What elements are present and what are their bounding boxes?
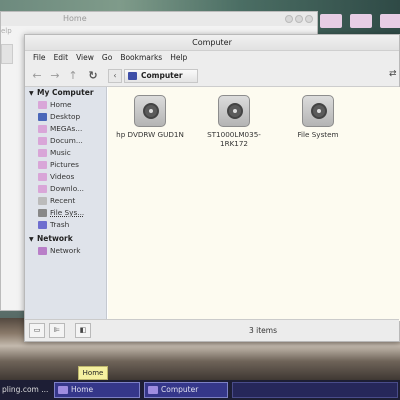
network-icon [38,247,47,255]
status-item-count: 3 items [249,326,278,335]
sidebar-item-pictures[interactable]: Pictures [25,159,106,171]
sidebar-item-recent[interactable]: Recent [25,195,106,207]
sidebar-item-downloads[interactable]: Downlo... [25,183,106,195]
desktop-folder-icon[interactable] [320,14,342,28]
back-window-titlebar[interactable]: Home [1,12,317,26]
location-scroll-left-icon[interactable]: ‹ [108,69,122,83]
breadcrumb-label: Computer [141,71,183,80]
sidebar-item-music[interactable]: Music [25,147,106,159]
sidebar-item-file-system[interactable]: File Sys... [25,207,106,219]
device-file-system[interactable]: File System [284,95,352,139]
file-view[interactable]: hp DVDRW GUD1N ST1000LM035-1RK172 File S… [108,87,400,321]
sidebar-item-home[interactable]: Home [25,99,106,111]
sidebar-item-videos[interactable]: Videos [25,171,106,183]
window-titlebar[interactable]: Computer [25,35,399,51]
menu-file[interactable]: File [29,51,50,65]
show-places-icon[interactable]: ▭ [29,323,45,338]
show-treeview-icon[interactable]: ⊫ [49,323,65,338]
back-window-toolbar-button[interactable] [1,44,13,64]
taskbar-tooltip: Home [78,366,108,380]
optical-drive-icon [134,95,166,127]
videos-icon [38,173,47,181]
desktop-folder-icon[interactable] [380,14,400,28]
taskbar-item-computer[interactable]: Computer [144,382,228,398]
sidebar-section-my-computer[interactable]: ▼ My Computer [25,87,106,99]
folder-icon [38,125,47,133]
up-arrow-icon[interactable]: ↑ [65,68,81,84]
sidebar: ▼ My Computer Home Desktop MEGAs... Docum… [25,87,107,321]
close-icon[interactable] [305,15,313,23]
taskbar-item-pling[interactable]: pling.com ... [2,382,48,398]
taskbar-empty-slot [232,382,398,398]
taskbar-item-home[interactable]: Home [54,382,140,398]
device-label: File System [297,130,339,139]
menu-bar: File Edit View Go Bookmarks Help [25,51,399,65]
back-window-title: Home [63,14,87,23]
folder-icon [38,137,47,145]
menu-go[interactable]: Go [98,51,116,65]
menu-edit[interactable]: Edit [50,51,73,65]
pictures-icon [38,161,47,169]
back-window-controls [285,15,313,23]
trash-icon [38,221,47,229]
hide-sidebar-icon[interactable]: ◧ [75,323,91,338]
menu-view[interactable]: View [72,51,98,65]
sidebar-item-desktop[interactable]: Desktop [25,111,106,123]
device-st1000lm035[interactable]: ST1000LM035-1RK172 [200,95,268,148]
device-label: hp DVDRW GUD1N [116,130,184,139]
forward-arrow-icon[interactable]: → [47,68,63,84]
device-label: ST1000LM035-1RK172 [207,130,261,148]
folder-icon [58,386,68,394]
music-icon [38,149,47,157]
toolbar: ← → ↑ ↻ ‹ Computer ⇄ [25,65,399,87]
minimize-icon[interactable] [285,15,293,23]
menu-help[interactable]: Help [166,51,191,65]
downloads-icon [38,185,47,193]
taskbar: pling.com ... Home Computer [0,380,400,400]
desktop-icon [38,113,47,121]
hard-disk-icon [218,95,250,127]
desktop-folder-icon[interactable] [350,14,372,28]
file-manager-window[interactable]: Computer File Edit View Go Bookmarks Hel… [24,34,400,342]
recent-icon [38,197,47,205]
breadcrumb-computer[interactable]: Computer [124,69,198,83]
folder-icon [148,386,158,394]
hard-disk-icon [302,95,334,127]
maximize-icon[interactable] [295,15,303,23]
menu-bookmarks[interactable]: Bookmarks [116,51,166,65]
reload-icon[interactable]: ↻ [85,68,101,84]
sidebar-item-trash[interactable]: Trash [25,219,106,231]
drive-icon [38,209,47,217]
toggle-location-icon[interactable]: ⇄ [389,69,397,83]
back-arrow-icon[interactable]: ← [29,68,45,84]
sidebar-item-megasync[interactable]: MEGAs... [25,123,106,135]
status-bar: ▭ ⊫ ◧ 3 items [25,319,399,341]
window-title: Computer [192,38,232,47]
sidebar-item-network[interactable]: Network [25,245,106,257]
home-icon [38,101,47,109]
sidebar-section-network[interactable]: ▼ Network [25,233,106,245]
sidebar-item-documents[interactable]: Docum... [25,135,106,147]
device-hp-dvdrw[interactable]: hp DVDRW GUD1N [116,95,184,139]
computer-icon [128,72,137,80]
